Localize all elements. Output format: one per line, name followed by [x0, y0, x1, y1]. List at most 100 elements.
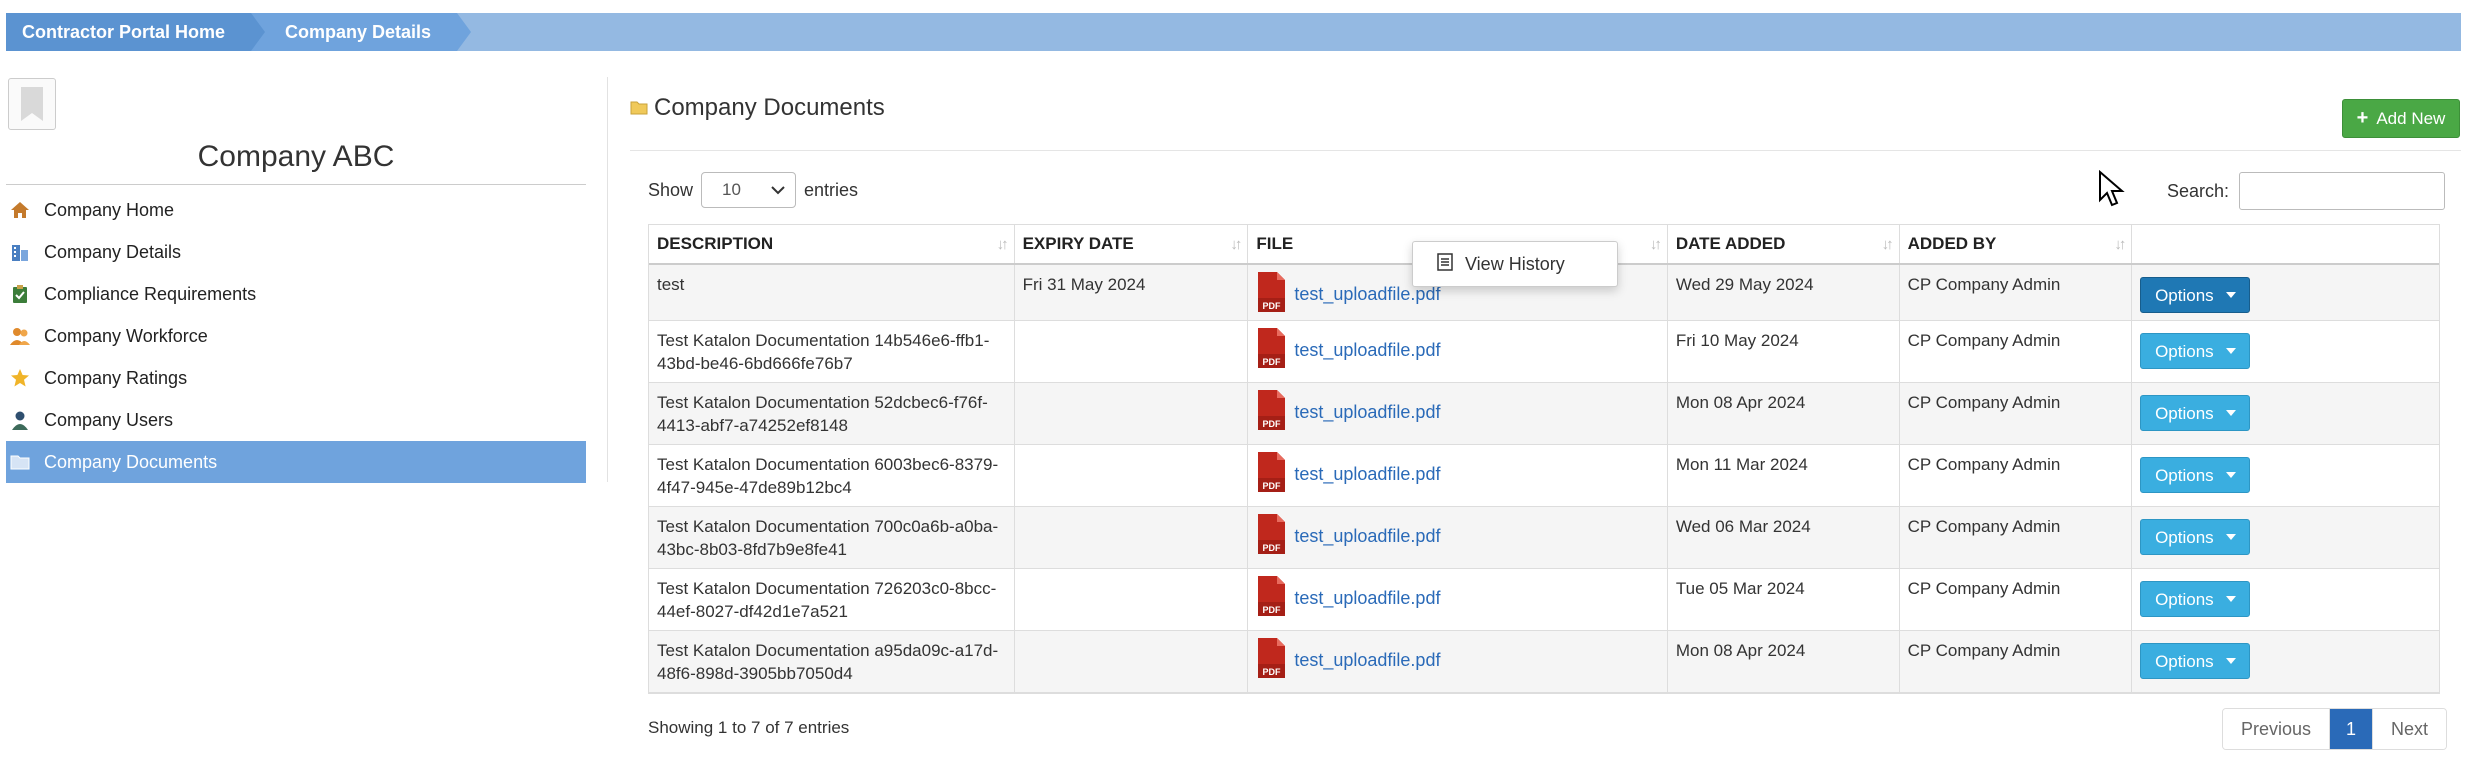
cell-date-added: Wed 29 May 2024: [1668, 265, 1900, 320]
add-new-label: Add New: [2376, 108, 2446, 128]
file-link[interactable]: test_uploadfile.pdf: [1294, 649, 1440, 672]
building-icon: [10, 242, 30, 262]
pagination-page-1[interactable]: 1: [2330, 709, 2374, 749]
sidebar-item-company-details[interactable]: Company Details: [6, 231, 586, 273]
cell-file: PDF test_uploadfile.pdf: [1248, 507, 1668, 568]
column-header-actions: [2132, 225, 2439, 263]
cell-added-by: CP Company Admin: [1900, 569, 2133, 630]
sidebar-item-label: Company Workforce: [44, 325, 208, 346]
sort-icon: ↓↑: [1881, 235, 1894, 253]
panel-title: Company Documents: [630, 94, 885, 122]
pagination-previous[interactable]: Previous: [2223, 709, 2331, 749]
cell-expiry-date: [1015, 569, 1249, 630]
caret-down-icon: [2225, 410, 2236, 416]
search-input[interactable]: [2239, 172, 2446, 210]
svg-text:PDF: PDF: [1263, 605, 1282, 615]
breadcrumb-contractor-portal-home[interactable]: Contractor Portal Home: [6, 13, 266, 51]
svg-text:PDF: PDF: [1263, 667, 1282, 677]
column-header-description[interactable]: DESCRIPTION ↓↑: [649, 225, 1015, 263]
column-header-date-added[interactable]: DATE ADDED ↓↑: [1668, 225, 1900, 263]
caret-down-icon: [2225, 658, 2236, 664]
cell-description: Test Katalon Documentation 52dcbec6-f76f…: [649, 383, 1015, 444]
caret-down-icon: [2225, 348, 2236, 354]
breadcrumb-company-details[interactable]: Company Details: [251, 13, 472, 51]
pagination: Previous 1 Next: [2222, 708, 2448, 750]
svg-text:PDF: PDF: [1263, 543, 1282, 553]
cell-expiry-date: [1015, 383, 1249, 444]
sidebar-item-label: Company Ratings: [44, 367, 188, 388]
panel-title-text: Company Documents: [654, 94, 885, 121]
file-link[interactable]: test_uploadfile.pdf: [1294, 463, 1440, 486]
cell-expiry-date: [1015, 445, 1249, 506]
cell-date-added: Wed 06 Mar 2024: [1668, 507, 1900, 568]
options-label: Options: [2155, 465, 2214, 485]
options-dropdown-menu: View History: [1412, 241, 1618, 287]
company-logo: [8, 78, 56, 130]
pdf-icon: PDF: [1258, 576, 1286, 616]
view-history-menu-item[interactable]: View History: [1465, 254, 1565, 275]
sidebar-item-company-home[interactable]: Company Home: [6, 189, 586, 231]
cell-date-added: Tue 05 Mar 2024: [1668, 569, 1900, 630]
file-link[interactable]: test_uploadfile.pdf: [1294, 587, 1440, 610]
table-info: Showing 1 to 7 of 7 entries: [648, 718, 850, 737]
cell-actions: Options: [2132, 569, 2439, 630]
pagination-next[interactable]: Next: [2373, 709, 2447, 749]
cell-description: Test Katalon Documentation 14b546e6-ffb1…: [649, 321, 1015, 382]
home-icon: [10, 200, 30, 220]
folder-icon: [10, 452, 30, 472]
list-icon: [1437, 252, 1453, 276]
sort-icon: ↓↑: [1230, 235, 1242, 253]
options-button[interactable]: Options: [2140, 519, 2251, 555]
sidebar-item-label: Company Users: [44, 409, 174, 430]
file-link[interactable]: test_uploadfile.pdf: [1294, 525, 1440, 548]
page-length-select[interactable]: 10: [701, 172, 797, 208]
add-new-button[interactable]: + Add New: [2342, 99, 2460, 138]
options-button[interactable]: Options: [2140, 395, 2251, 431]
options-label: Options: [2155, 285, 2214, 305]
sort-icon: ↓↑: [2114, 235, 2126, 253]
caret-down-icon: [2225, 534, 2236, 540]
table-row: Test Katalon Documentation 700c0a6b-a0ba…: [649, 507, 2439, 569]
options-button[interactable]: Options: [2140, 643, 2251, 679]
cell-date-added: Mon 08 Apr 2024: [1668, 631, 1900, 692]
svg-text:PDF: PDF: [1263, 419, 1282, 429]
sidebar-item-label: Company Details: [44, 241, 182, 262]
cell-date-added: Fri 10 May 2024: [1668, 321, 1900, 382]
svg-text:PDF: PDF: [1263, 357, 1282, 367]
sidebar-item-compliance-requirements[interactable]: Compliance Requirements: [6, 273, 586, 315]
clipboard-check-icon: [10, 284, 30, 304]
search-label: Search:: [2167, 180, 2230, 201]
sidebar-divider: [6, 184, 586, 185]
column-header-expiry-date[interactable]: EXPIRY DATE ↓↑: [1015, 225, 1249, 263]
options-button[interactable]: Options: [2140, 457, 2251, 493]
sidebar-item-company-users[interactable]: Company Users: [6, 399, 586, 441]
options-button[interactable]: Options: [2140, 277, 2251, 313]
options-button[interactable]: Options: [2140, 333, 2251, 369]
people-icon: [10, 326, 30, 346]
cell-file: PDF test_uploadfile.pdf: [1248, 445, 1668, 506]
sidebar-item-label: Company Home: [44, 199, 175, 220]
sidebar-item-company-workforce[interactable]: Company Workforce: [6, 315, 586, 357]
options-button[interactable]: Options: [2140, 581, 2251, 617]
pdf-icon: PDF: [1258, 638, 1286, 678]
user-icon: [10, 410, 30, 430]
table-body: test Fri 31 May 2024 PDF test_uploadfile.pd…: [649, 265, 2439, 693]
cell-added-by: CP Company Admin: [1900, 321, 2133, 382]
show-label: Show: [648, 179, 694, 200]
cell-actions: Options: [2132, 445, 2439, 506]
table-row: Test Katalon Documentation 14b546e6-ffb1…: [649, 321, 2439, 383]
column-header-added-by[interactable]: ADDED BY ↓↑: [1900, 225, 2133, 263]
breadcrumb: Contractor Portal Home Company Details: [6, 13, 2461, 51]
pdf-icon: PDF: [1258, 272, 1286, 312]
table-row: Test Katalon Documentation 726203c0-8bcc…: [649, 569, 2439, 631]
sidebar-item-label: Compliance Requirements: [44, 283, 257, 304]
options-label: Options: [2155, 589, 2214, 609]
cell-file: PDF test_uploadfile.pdf: [1248, 631, 1668, 692]
cell-added-by: CP Company Admin: [1900, 383, 2133, 444]
options-label: Options: [2155, 403, 2214, 423]
sidebar-item-company-ratings[interactable]: Company Ratings: [6, 357, 586, 399]
sidebar-item-company-documents[interactable]: Company Documents: [6, 441, 586, 483]
file-link[interactable]: test_uploadfile.pdf: [1294, 401, 1440, 424]
sort-icon: ↓↑: [996, 235, 1009, 253]
file-link[interactable]: test_uploadfile.pdf: [1294, 339, 1440, 362]
